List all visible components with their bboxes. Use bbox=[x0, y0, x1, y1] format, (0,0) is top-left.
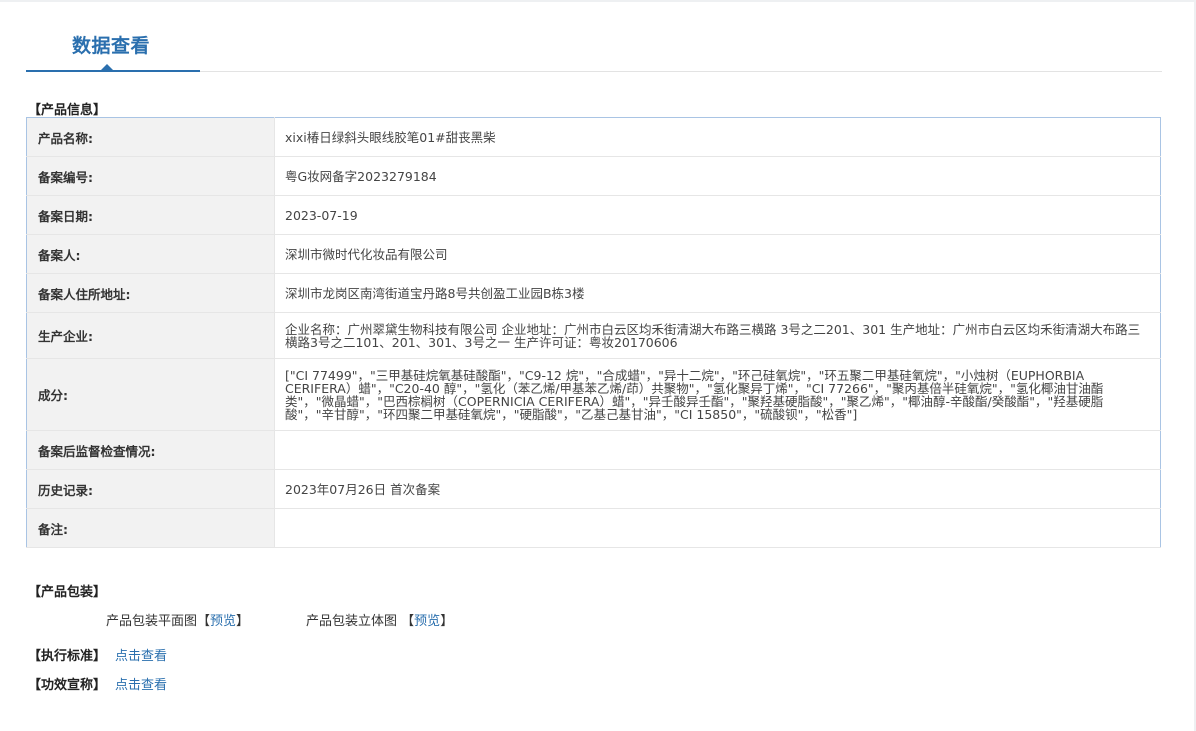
bracket-close: 】 bbox=[236, 614, 250, 629]
row-value: 企业名称：广州翠黛生物科技有限公司 企业地址：广州市白云区均禾街清湖大布路三横路… bbox=[274, 312, 1161, 359]
row-value bbox=[274, 430, 1161, 470]
row-value: 深圳市龙岗区南湾街道宝丹路8号共创盈工业园B栋3楼 bbox=[274, 273, 1161, 313]
row-label: 备案编号: bbox=[26, 156, 275, 196]
row-value: 深圳市微时代化妆品有限公司 bbox=[274, 234, 1161, 274]
efficacy-view-link[interactable]: 点击查看 bbox=[115, 674, 167, 693]
table-row: 备案后监督检查情况: bbox=[26, 430, 1161, 470]
tab-data-view[interactable]: 数据查看 bbox=[72, 31, 150, 58]
tab-bar: 数据查看 bbox=[26, 22, 1162, 74]
table-row: 成分: ["CI 77499"，"三甲基硅烷氧基硅酸酯"，"C9-12 烷"，"… bbox=[26, 358, 1161, 431]
row-value: xixi椿日绿斜头眼线胶笔01#甜丧黑柴 bbox=[274, 117, 1161, 157]
row-value: 2023年07月26日 首次备案 bbox=[274, 469, 1161, 509]
preview-flat-link[interactable]: 预览 bbox=[210, 614, 236, 629]
row-label: 备案人住所地址: bbox=[26, 273, 275, 313]
table-row: 备案日期: 2023-07-19 bbox=[26, 195, 1161, 235]
row-label: 备注: bbox=[26, 508, 275, 548]
row-value: ["CI 77499"，"三甲基硅烷氧基硅酸酯"，"C9-12 烷"，"合成蜡"… bbox=[274, 358, 1161, 431]
packaging-heading: 【产品包装】 bbox=[28, 585, 107, 600]
table-row: 产品名称: xixi椿日绿斜头眼线胶笔01#甜丧黑柴 bbox=[26, 117, 1161, 157]
packaging-solid-label: 产品包装立体图 bbox=[306, 614, 398, 629]
tab-baseline bbox=[200, 71, 1162, 72]
standard-heading: 【执行标准】 bbox=[28, 649, 107, 664]
tab-underline bbox=[26, 70, 200, 72]
table-row: 备案人住所地址: 深圳市龙岗区南湾街道宝丹路8号共创盈工业园B栋3楼 bbox=[26, 273, 1161, 313]
table-row: 生产企业: 企业名称：广州翠黛生物科技有限公司 企业地址：广州市白云区均禾街清湖… bbox=[26, 312, 1161, 359]
row-label: 备案后监督检查情况: bbox=[26, 430, 275, 470]
top-border bbox=[0, 0, 1196, 2]
table-row: 历史记录: 2023年07月26日 首次备案 bbox=[26, 469, 1161, 509]
row-label: 生产企业: bbox=[26, 312, 275, 359]
row-label: 备案人: bbox=[26, 234, 275, 274]
row-label: 备案日期: bbox=[26, 195, 275, 235]
bracket-open: 【 bbox=[401, 614, 415, 629]
table-row: 备案人: 深圳市微时代化妆品有限公司 bbox=[26, 234, 1161, 274]
row-label: 产品名称: bbox=[26, 117, 275, 157]
bracket-open: 【 bbox=[197, 614, 211, 629]
standard-view-link[interactable]: 点击查看 bbox=[115, 645, 167, 664]
product-info-table: 产品名称: xixi椿日绿斜头眼线胶笔01#甜丧黑柴 备案编号: 粤G妆网备字2… bbox=[26, 117, 1161, 548]
product-info-heading: 【产品信息】 bbox=[28, 103, 107, 118]
row-value: 2023-07-19 bbox=[274, 195, 1161, 235]
row-label: 成分: bbox=[26, 358, 275, 431]
packaging-flat-label: 产品包装平面图 bbox=[106, 614, 198, 629]
table-row: 备案编号: 粤G妆网备字2023279184 bbox=[26, 156, 1161, 196]
packaging-solid: 产品包装立体图 【预览】 bbox=[306, 610, 453, 629]
table-row: 备注: bbox=[26, 508, 1161, 548]
preview-solid-link[interactable]: 预览 bbox=[414, 614, 440, 629]
efficacy-heading: 【功效宣称】 bbox=[28, 678, 107, 693]
packaging-flat: 产品包装平面图【预览】 bbox=[106, 610, 249, 629]
bracket-close: 】 bbox=[440, 614, 454, 629]
row-label: 历史记录: bbox=[26, 469, 275, 509]
row-value bbox=[274, 508, 1161, 548]
row-value: 粤G妆网备字2023279184 bbox=[274, 156, 1161, 196]
